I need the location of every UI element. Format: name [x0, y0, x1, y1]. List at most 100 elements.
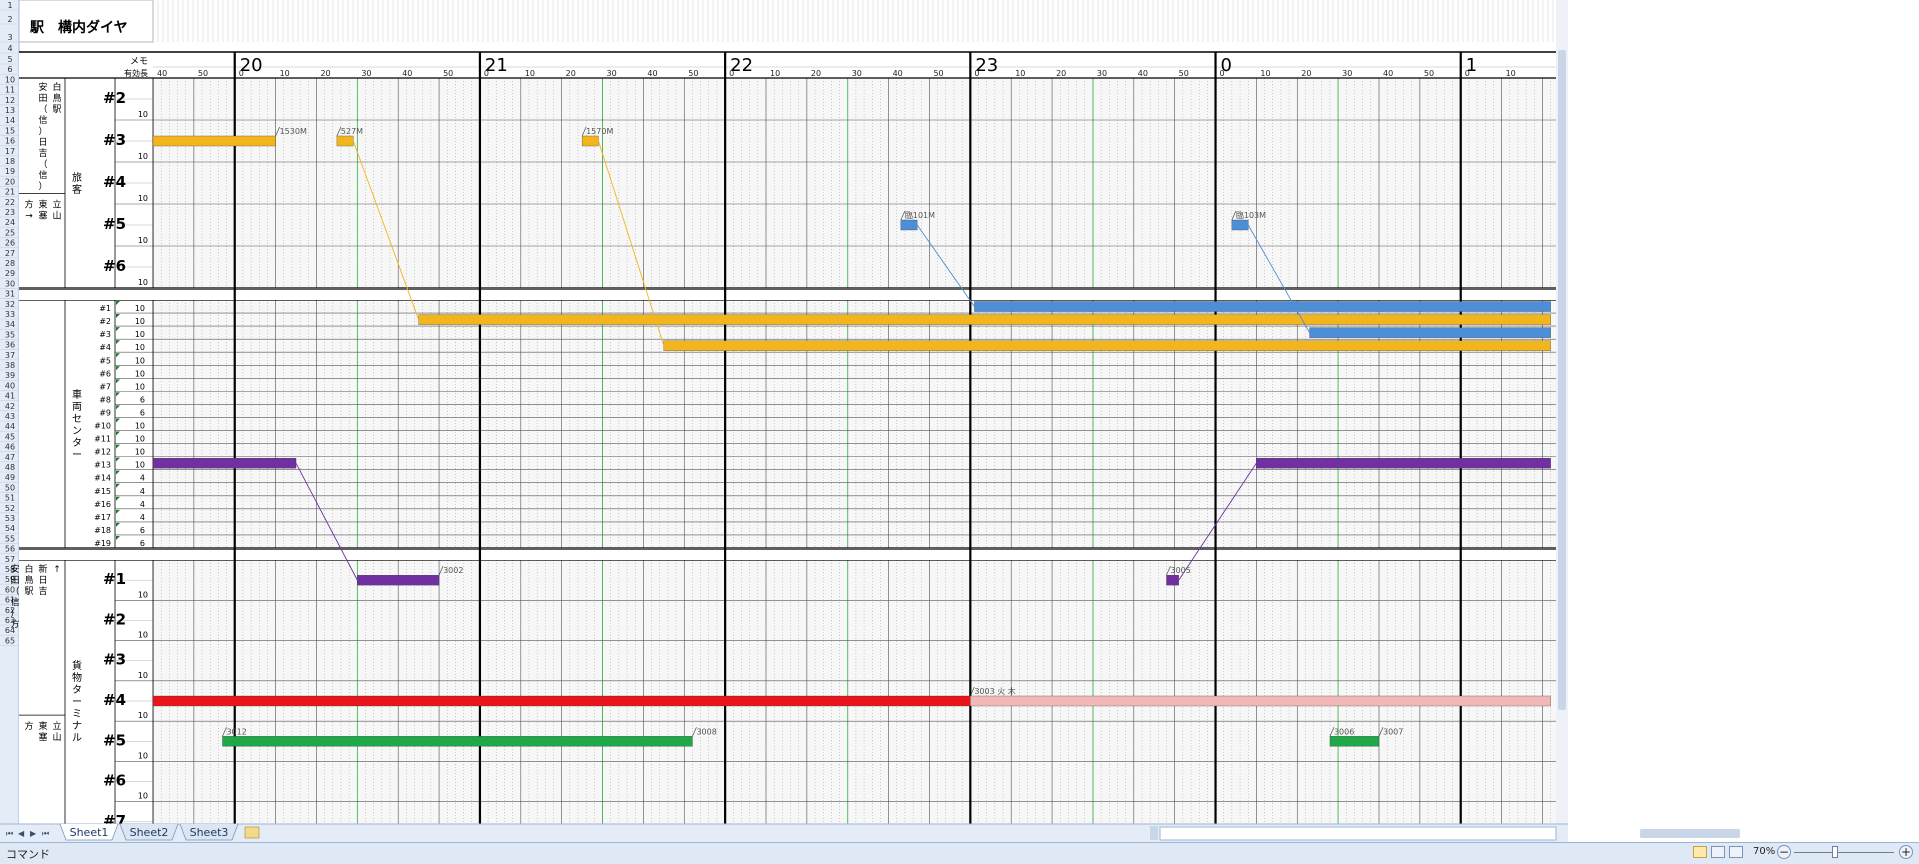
minute-label: 40 [157, 69, 167, 78]
track-length: 10 [135, 422, 145, 431]
track-name[interactable]: #4 [99, 343, 111, 352]
train-occupancy-bar[interactable] [152, 457, 297, 469]
track-length: 10 [138, 631, 148, 640]
track-name[interactable]: #11 [94, 435, 111, 444]
track-name[interactable]: #19 [94, 539, 111, 548]
last-sheet-button[interactable]: ⏮ [42, 829, 49, 838]
section-label-char: 車 [72, 388, 82, 401]
zoom-in-button[interactable]: + [1899, 845, 1913, 859]
track-name[interactable]: #12 [94, 448, 111, 457]
row-number: 43 [5, 412, 15, 421]
train-occupancy-bar[interactable] [1329, 736, 1380, 747]
train-occupancy-bar[interactable] [336, 135, 354, 147]
track-name[interactable]: #4 [103, 691, 126, 709]
train-number-label[interactable]: 3005 [1170, 566, 1190, 575]
track-name[interactable]: #6 [103, 772, 126, 790]
track-name[interactable]: #3 [103, 651, 126, 669]
page-break-button[interactable] [1729, 846, 1743, 858]
train-number-label[interactable]: 1530M [280, 127, 307, 136]
row-number: 3 [7, 33, 12, 42]
train-occupancy-bar[interactable] [970, 695, 1551, 707]
track-name[interactable]: #2 [103, 610, 126, 628]
direction-char: 駅 [24, 586, 33, 597]
track-name[interactable]: #6 [103, 257, 126, 275]
train-number-label[interactable]: 1570M [586, 127, 613, 136]
zoom-slider-thumb[interactable] [1832, 846, 1838, 858]
prev-sheet-button[interactable]: ◀ [18, 829, 25, 838]
direction-char: 鳥 [52, 92, 61, 104]
train-occupancy-bar[interactable] [663, 340, 1551, 351]
track-name[interactable]: #10 [94, 422, 111, 431]
sheet-tab-label[interactable]: Sheet1 [70, 826, 109, 839]
zoom-slider-track[interactable] [1794, 852, 1894, 853]
direction-char: 方 [24, 720, 33, 732]
direction-char: 吉 [38, 148, 47, 159]
track-name[interactable]: #6 [99, 369, 111, 378]
train-number-label[interactable]: 3008 [696, 727, 716, 736]
train-number-label[interactable]: 3002 [443, 566, 463, 575]
insert-sheet-button[interactable] [244, 826, 260, 839]
track-name[interactable]: #2 [99, 317, 111, 326]
row-number: 29 [5, 269, 15, 278]
horizontal-scrollbar[interactable] [1159, 826, 1557, 841]
diagram-canvas[interactable]: 駅 構内ダイヤ123456101112131415161718192021222… [0, 0, 1919, 863]
normal-view-button[interactable] [1693, 846, 1707, 858]
train-number-label[interactable]: 臨103M [1236, 210, 1266, 220]
train-occupancy-bar[interactable] [418, 314, 1551, 325]
track-name[interactable]: #2 [103, 89, 126, 107]
minute-label: 30 [361, 69, 371, 78]
train-occupancy-bar[interactable] [581, 135, 599, 147]
track-name[interactable]: #5 [99, 356, 111, 365]
track-length: 10 [135, 461, 145, 470]
track-length: 10 [135, 317, 145, 326]
sheet-tab-label[interactable]: Sheet3 [190, 826, 229, 839]
track-name[interactable]: #1 [99, 304, 111, 313]
track-name[interactable]: #5 [103, 731, 126, 749]
spreadsheet-grid[interactable]: 駅 構内ダイヤ 1 2 3 4 5 6 10 11 12 13 14 15 16 17 18 19 20 21 22 2… [0, 0, 1919, 863]
page-layout-button[interactable] [1711, 846, 1725, 858]
track-name[interactable]: #16 [94, 500, 111, 509]
train-occupancy-bar[interactable] [974, 301, 1551, 312]
track-length: 6 [140, 408, 145, 417]
train-number-label[interactable]: 527M [341, 127, 363, 136]
minute-label: 40 [1138, 69, 1148, 78]
track-name[interactable]: #14 [94, 474, 111, 483]
track-name[interactable]: #8 [99, 395, 111, 404]
train-number-label[interactable]: 3003 火 木 [974, 686, 1015, 696]
train-occupancy-bar[interactable] [1231, 219, 1249, 231]
train-occupancy-bar[interactable] [1166, 574, 1179, 586]
track-name[interactable]: #4 [103, 173, 126, 191]
train-occupancy-bar[interactable] [1256, 457, 1551, 469]
vertical-scroll-thumb[interactable] [1558, 50, 1566, 710]
train-occupancy-bar[interactable] [357, 574, 440, 586]
track-name[interactable]: #15 [94, 487, 111, 496]
train-number-label[interactable]: 3012 [226, 727, 246, 736]
train-number-label[interactable]: 3007 [1383, 727, 1403, 736]
track-length: 10 [138, 194, 148, 203]
track-length: 10 [138, 671, 148, 680]
track-name[interactable]: #7 [99, 382, 111, 391]
train-occupancy-bar[interactable] [222, 736, 693, 747]
track-length: 10 [138, 792, 148, 801]
track-name[interactable]: #1 [103, 570, 126, 588]
track-name[interactable]: #9 [99, 408, 111, 417]
track-name[interactable]: #17 [94, 513, 111, 522]
train-occupancy-bar[interactable] [152, 695, 971, 707]
track-name[interactable]: #3 [103, 131, 126, 149]
sheet-tab-label[interactable]: Sheet2 [130, 826, 169, 839]
track-name[interactable]: #18 [94, 526, 111, 535]
zoom-out-button[interactable]: − [1777, 845, 1791, 859]
direction-char: ） [38, 181, 47, 192]
train-number-label[interactable]: 臨101M [905, 210, 935, 220]
train-number-label[interactable]: 3006 [1334, 727, 1354, 736]
next-sheet-button[interactable]: ▶ [30, 829, 37, 838]
track-name[interactable]: #13 [94, 461, 111, 470]
first-sheet-button[interactable]: ⏮ [6, 829, 13, 838]
horizontal-scroll-thumb[interactable] [1640, 829, 1740, 838]
track-name[interactable]: #5 [103, 215, 126, 233]
train-occupancy-bar[interactable] [152, 135, 276, 147]
train-occupancy-bar[interactable] [900, 219, 918, 231]
track-name[interactable]: #3 [99, 330, 111, 339]
tab-split-handle[interactable] [1150, 826, 1158, 840]
train-occupancy-bar[interactable] [1309, 327, 1551, 338]
